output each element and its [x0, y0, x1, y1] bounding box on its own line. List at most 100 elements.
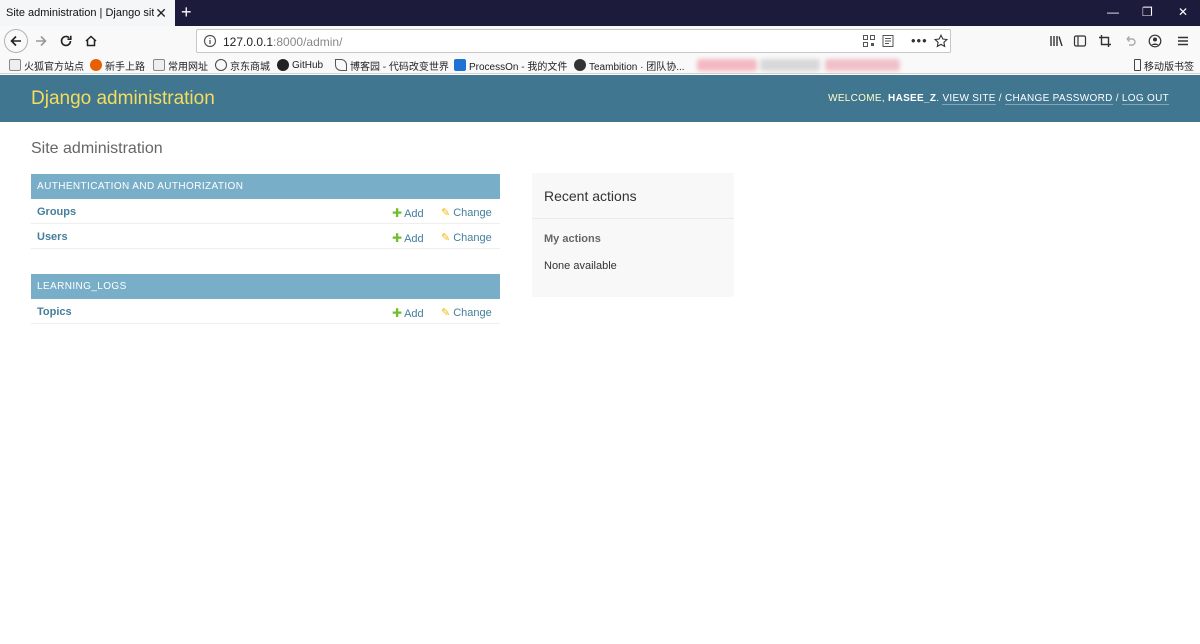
new-tab-icon[interactable]: + [181, 2, 192, 22]
close-window-icon[interactable]: ✕ [1178, 4, 1188, 20]
restore-icon[interactable]: ❐ [1142, 4, 1153, 20]
bookmark-item[interactable]: 博客园 - 代码改变世界 [335, 57, 449, 73]
bookmark-label: ProcessOn - 我的文件 [469, 61, 568, 73]
username: HASEE_Z [888, 93, 937, 104]
bookmark-item[interactable]: 常用网址 [153, 57, 208, 73]
model-link[interactable]: Groups [37, 206, 76, 218]
view-site-link[interactable]: VIEW SITE [942, 93, 996, 105]
bookmark-label: GitHub [292, 59, 324, 71]
add-label: Add [404, 308, 424, 320]
sidebar-button[interactable] [1069, 30, 1091, 52]
divider [532, 218, 734, 219]
add-link[interactable]: ✚ Add [392, 206, 424, 220]
bookmark-label: Teambition · 团队协... [589, 61, 685, 73]
firefox-icon [90, 59, 102, 71]
add-label: Add [404, 208, 424, 220]
cnblogs-icon [335, 59, 347, 71]
page-title: Site administration [31, 140, 163, 157]
folder-icon [153, 59, 165, 71]
add-link[interactable]: ✚ Add [392, 306, 424, 320]
welcome-text: WELCOME, [828, 93, 885, 104]
change-link[interactable]: ✎ Change [441, 206, 492, 219]
bookmark-label: 京东商城 [230, 61, 270, 73]
processon-icon [454, 59, 466, 71]
module-caption[interactable]: LEARNING_LOGS [31, 274, 500, 299]
undo-button[interactable] [1119, 30, 1141, 52]
model-row-groups: Groups ✚ Add ✎ Change [31, 199, 500, 224]
bookmark-label: 常用网址 [168, 61, 208, 73]
bookmark-item[interactable]: 新手上路 [90, 57, 145, 73]
blurred-bookmark [697, 59, 757, 71]
globe-icon [215, 59, 227, 71]
admin-header: Django administration WELCOME, HASEE_Z. … [0, 75, 1200, 122]
tab-title: Site administration | Django site admin [6, 7, 154, 19]
mobile-bookmarks-label: 移动版书签 [1144, 61, 1194, 73]
bookmark-label: 新手上路 [105, 61, 145, 73]
url-host: 127.0.0.1 [223, 35, 274, 49]
back-button[interactable] [4, 29, 28, 53]
model-link[interactable]: Users [37, 231, 68, 243]
site-info-icon[interactable] [203, 34, 217, 53]
bookmark-item[interactable]: 火狐官方站点 [9, 57, 84, 73]
url-bar[interactable]: 127.0.0.1:8000/admin/ ••• [196, 29, 951, 53]
pencil-icon: ✎ [441, 207, 451, 219]
change-link[interactable]: ✎ Change [441, 231, 492, 244]
hamburger-menu-icon [1178, 36, 1188, 46]
qr-code-icon[interactable] [862, 34, 876, 53]
empty-actions-text: None available [544, 260, 617, 272]
recent-actions-panel: Recent actions My actions None available [532, 173, 734, 297]
pencil-icon: ✎ [441, 307, 451, 319]
app-module-learning-logs: LEARNING_LOGS Topics ✚ Add ✎ Change [31, 274, 500, 324]
module-caption[interactable]: AUTHENTICATION AND AUTHORIZATION [31, 174, 500, 199]
library-button[interactable] [1045, 30, 1067, 52]
page-actions-icon[interactable]: ••• [911, 33, 928, 48]
reload-button[interactable] [55, 30, 77, 52]
back-arrow-icon [10, 35, 21, 47]
forward-button[interactable] [30, 30, 52, 52]
model-row-topics: Topics ✚ Add ✎ Change [31, 299, 500, 324]
home-button[interactable] [80, 30, 102, 52]
browser-tab-active[interactable]: Site administration | Django site admin … [0, 0, 175, 26]
pencil-icon: ✎ [441, 232, 451, 244]
menu-button[interactable] [1172, 30, 1194, 52]
sidebar-icon [1073, 35, 1087, 47]
close-tab-icon[interactable]: ✕ [155, 5, 167, 21]
change-label: Change [453, 232, 492, 244]
folder-icon [9, 59, 21, 71]
my-actions-heading: My actions [544, 233, 601, 245]
add-icon: ✚ [392, 306, 403, 320]
minimize-icon[interactable]: — [1107, 4, 1119, 20]
mobile-bookmarks[interactable]: 移动版书签 [1134, 57, 1194, 73]
model-link[interactable]: Topics [37, 306, 72, 318]
undo-icon [1126, 36, 1136, 46]
crop-icon [1099, 35, 1111, 47]
bookmark-item[interactable]: Teambition · 团队协... [574, 57, 685, 73]
app-module-auth: AUTHENTICATION AND AUTHORIZATION Groups … [31, 174, 500, 249]
account-icon [1148, 34, 1162, 48]
bookmark-label: 火狐官方站点 [24, 61, 84, 73]
mobile-device-icon [1134, 59, 1141, 71]
log-out-link[interactable]: LOG OUT [1121, 93, 1169, 105]
library-icon [1049, 36, 1063, 47]
navigation-toolbar: 127.0.0.1:8000/admin/ ••• [0, 26, 1200, 56]
account-button[interactable] [1144, 30, 1166, 52]
change-label: Change [453, 307, 492, 319]
teambition-icon [574, 59, 586, 71]
bookmark-item[interactable]: 京东商城 [215, 57, 270, 73]
bookmark-item[interactable]: GitHub [277, 57, 323, 73]
screenshot-button[interactable] [1094, 30, 1116, 52]
bookmark-star-icon[interactable] [933, 33, 949, 53]
forward-arrow-icon [36, 35, 47, 47]
site-branding[interactable]: Django administration [31, 88, 215, 110]
change-label: Change [453, 207, 492, 219]
user-tools: WELCOME, HASEE_Z. VIEW SITE / CHANGE PAS… [828, 93, 1169, 105]
change-link[interactable]: ✎ Change [441, 306, 492, 319]
model-row-users: Users ✚ Add ✎ Change [31, 224, 500, 249]
change-password-link[interactable]: CHANGE PASSWORD [1004, 93, 1113, 105]
reader-view-icon[interactable] [881, 34, 895, 53]
add-link[interactable]: ✚ Add [392, 231, 424, 245]
add-icon: ✚ [392, 206, 403, 220]
url-text[interactable]: 127.0.0.1:8000/admin/ [223, 35, 342, 49]
github-icon [277, 59, 289, 71]
bookmark-item[interactable]: ProcessOn - 我的文件 [454, 57, 567, 73]
